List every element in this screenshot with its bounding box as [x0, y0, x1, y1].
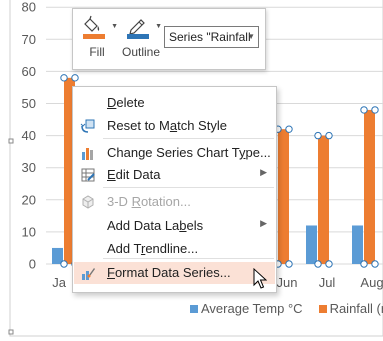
- menu-item-label: Add Data Labels: [107, 218, 203, 233]
- menu-item-change-series-chart-type[interactable]: Change Series Chart Type...: [74, 142, 275, 164]
- bar-rainfall: [318, 135, 329, 264]
- edit-data-icon: [80, 167, 96, 183]
- selection-handle: [314, 131, 322, 140]
- menu-label-text: otation...: [140, 194, 191, 209]
- paint-bucket-icon: [83, 15, 105, 39]
- mini-toolbar: ▼ Fill ▼ Outline Series "Rainfall ▼: [72, 8, 266, 70]
- x-tick-label: Jun: [277, 275, 298, 290]
- menu-label-accelerator: a: [169, 118, 178, 133]
- selection-handle: [285, 260, 293, 268]
- selection-handle: [71, 74, 79, 82]
- menu-item-reset-to-match-style[interactable]: Reset to Match Style: [74, 115, 275, 137]
- chart-resize-handle: [8, 138, 14, 144]
- selection-handle: [314, 260, 322, 268]
- menu-label-text: endline...: [145, 241, 199, 256]
- menu-item-label: Delete: [107, 95, 145, 110]
- selection-handle: [60, 74, 68, 82]
- menu-item-label: Add Trendline...: [107, 241, 198, 256]
- menu-label-text: tch Style: [177, 118, 227, 133]
- mouse-pointer-icon: [253, 268, 267, 289]
- menu-item-label: Reset to Match Style: [107, 118, 227, 133]
- selection-handle: [325, 131, 333, 140]
- context-menu: Delete Reset to Match Style Change Series …: [72, 86, 277, 293]
- menu-label-text: els: [186, 218, 204, 233]
- menu-label-text: Add T: [107, 241, 141, 256]
- fill-label: Fill: [89, 45, 105, 59]
- menu-label-text: ormat Data Series...: [114, 265, 231, 280]
- menu-item-add-data-labels[interactable]: Add Data Labels ▶: [74, 215, 275, 237]
- selection-handle: [360, 106, 368, 114]
- menu-separator: [103, 138, 274, 139]
- menu-item-label: Format Data Series...: [107, 265, 231, 280]
- menu-label-accelerator: D: [107, 95, 117, 110]
- legend-label-temp: Average Temp °C: [201, 301, 303, 316]
- chart-resize-handle: [8, 329, 14, 335]
- menu-separator: [103, 258, 274, 259]
- y-tick-label: 30: [22, 160, 36, 175]
- bar-temp: [352, 225, 363, 264]
- y-tick-label: 40: [22, 128, 36, 143]
- menu-label-accelerator: b: [179, 218, 187, 233]
- menu-label-text: Add Data La: [107, 218, 180, 233]
- menu-item-add-trendline[interactable]: Add Trendline...: [74, 238, 275, 260]
- menu-item-format-data-series[interactable]: Format Data Series...: [74, 262, 275, 284]
- menu-item-edit-data[interactable]: Edit Data ▶: [74, 164, 275, 186]
- y-tick-label: 10: [22, 224, 36, 239]
- y-tick-label: 0: [29, 257, 36, 272]
- menu-label-text: Reset to M: [107, 118, 170, 133]
- menu-item-3-d-rotation: 3-D Rotation...: [74, 191, 275, 213]
- legend-swatch-rainfall: [318, 304, 327, 313]
- legend-label-rainfall: Rainfall (r: [329, 301, 383, 316]
- legend-swatch-temp: [190, 304, 198, 313]
- menu-item-label: Edit Data: [107, 167, 160, 182]
- selection-handle: [360, 260, 368, 268]
- selection-handle: [371, 106, 379, 114]
- outline-dropdown-icon[interactable]: ▼: [155, 23, 162, 30]
- x-tick-label: Jul: [319, 275, 336, 290]
- menu-item-label: 3-D Rotation...: [107, 194, 191, 209]
- menu-label-text: 3-D: [107, 194, 132, 209]
- submenu-arrow-icon: ▶: [260, 167, 267, 177]
- format-data-series-icon: [80, 265, 96, 281]
- bar-rainfall: [364, 109, 375, 264]
- bar-rainfall: [278, 129, 289, 264]
- change-chart-type-icon: [80, 145, 96, 161]
- selection-handle: [371, 260, 379, 268]
- y-tick-label: 60: [22, 64, 36, 79]
- x-tick-label: Ja: [52, 275, 67, 290]
- outline-button[interactable]: ▼ Outline: [119, 13, 163, 65]
- menu-separator: [103, 187, 274, 188]
- menu-label-text: elete: [116, 95, 145, 110]
- chevron-down-icon: ▼: [247, 32, 255, 41]
- submenu-arrow-icon: ▶: [260, 218, 267, 228]
- chart-legend[interactable]: Average Temp °C Rainfall (r: [190, 301, 383, 316]
- y-tick-label: 70: [22, 32, 36, 47]
- fill-button[interactable]: ▼ Fill: [75, 13, 119, 65]
- menu-label-text: Change Series Chart T: [107, 145, 239, 160]
- legend-item-rainfall[interactable]: Rainfall (r: [318, 301, 383, 316]
- selection-handle: [60, 260, 68, 268]
- selection-handle: [325, 260, 333, 268]
- selection-handle: [285, 125, 293, 133]
- outline-label: Outline: [121, 45, 161, 59]
- menu-label-accelerator: F: [107, 265, 115, 280]
- y-tick-label: 50: [22, 96, 36, 111]
- menu-label-accelerator: R: [131, 194, 141, 209]
- menu-label-text: dit Data: [115, 167, 161, 182]
- series-select[interactable]: Series "Rainfall ▼: [164, 26, 259, 48]
- y-tick-label: 20: [22, 192, 36, 207]
- fill-dropdown-icon[interactable]: ▼: [111, 23, 118, 30]
- bar-temp: [306, 225, 317, 264]
- menu-item-delete[interactable]: Delete: [74, 92, 275, 114]
- reset-style-icon: [80, 118, 96, 134]
- menu-item-label: Change Series Chart Type...: [107, 145, 271, 160]
- y-tick-label: 80: [22, 0, 36, 15]
- x-tick-label: Aug: [360, 275, 383, 290]
- 3d-rotation-icon: [80, 194, 96, 210]
- menu-label-accelerator: E: [107, 167, 116, 182]
- menu-label-text: pe...: [245, 145, 271, 160]
- series-select-value: Series "Rainfall: [169, 30, 251, 44]
- legend-item-temp[interactable]: Average Temp °C: [190, 301, 303, 316]
- pen-outline-icon: [127, 19, 149, 39]
